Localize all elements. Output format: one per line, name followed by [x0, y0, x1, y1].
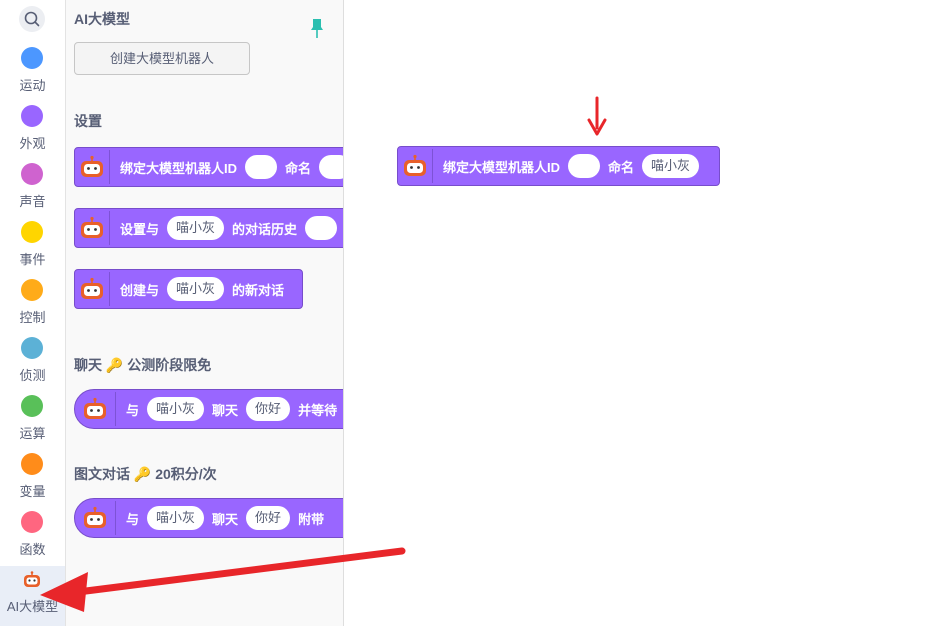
- bot-name-input[interactable]: 喵小灰: [147, 397, 205, 421]
- block-label: 创建与: [120, 282, 160, 298]
- robot-icon: [75, 389, 115, 429]
- category-label: 声音: [19, 194, 46, 209]
- category-label: 事件: [19, 252, 46, 267]
- section-settings: 设置: [74, 113, 102, 129]
- category-label: 外观: [19, 136, 46, 151]
- bot-name-input[interactable]: 喵小灰: [642, 154, 700, 178]
- category-color-dot: [21, 395, 43, 417]
- robot-icon: [75, 208, 109, 248]
- history-input[interactable]: [305, 216, 338, 240]
- bot-name-input[interactable]: 喵小灰: [167, 216, 225, 240]
- bot-name-input[interactable]: [319, 155, 343, 179]
- search-icon: [24, 11, 40, 27]
- message-input[interactable]: 你好: [246, 506, 291, 530]
- block-bind-bot[interactable]: 绑定大模型机器人ID 命名: [74, 147, 343, 187]
- category-color-dot: [21, 279, 43, 301]
- block-label: 命名: [608, 159, 635, 175]
- category-sidebar: 运动外观声音事件控制侦测运算变量函数 AI大模型: [0, 0, 66, 626]
- section-chat: 聊天 🔑 公测阶段限免: [74, 355, 211, 375]
- category-sound[interactable]: 声音: [0, 163, 65, 219]
- section-chat-note: 公测阶段限免: [127, 357, 212, 373]
- category-label: 运算: [19, 426, 46, 441]
- block-label: 绑定大模型机器人ID: [443, 159, 561, 175]
- category-label: 函数: [19, 542, 46, 557]
- category-color-dot: [21, 453, 43, 475]
- create-bot-button[interactable]: 创建大模型机器人: [74, 42, 250, 75]
- bot-id-input[interactable]: [568, 154, 601, 178]
- block-label: 聊天: [212, 402, 239, 418]
- block-label: 与: [126, 402, 140, 418]
- message-input[interactable]: 你好: [246, 397, 291, 421]
- key-icon: 🔑: [105, 357, 124, 373]
- category-label: 侦测: [19, 368, 46, 383]
- block-label: 附带: [298, 511, 325, 527]
- robot-icon: [75, 147, 109, 187]
- workspace-block-bind-bot[interactable]: 绑定大模型机器人ID 命名 喵小灰: [397, 146, 720, 186]
- block-label: 的对话历史: [232, 221, 298, 237]
- section-image-note: 20积分/次: [155, 466, 217, 482]
- block-set-history[interactable]: 设置与 喵小灰 的对话历史: [74, 208, 343, 248]
- category-variables[interactable]: 变量: [0, 453, 65, 509]
- block-chat-wait[interactable]: 与 喵小灰 聊天 你好 并等待: [74, 389, 343, 429]
- category-sensing[interactable]: 侦测: [0, 337, 65, 393]
- category-label: 控制: [19, 310, 46, 325]
- block-label: 的新对话: [232, 282, 285, 298]
- category-operators[interactable]: 运算: [0, 395, 65, 451]
- block-label: 绑定大模型机器人ID: [120, 160, 238, 176]
- palette-title: AI大模型: [74, 11, 130, 27]
- section-image-title: 图文对话: [74, 466, 130, 482]
- pin-icon[interactable]: [309, 17, 325, 39]
- bot-id-input[interactable]: [245, 155, 278, 179]
- block-label: 设置与: [120, 221, 160, 237]
- key-icon: 🔑: [133, 466, 152, 482]
- block-label: 命名: [285, 160, 312, 176]
- script-workspace[interactable]: 绑定大模型机器人ID 命名 喵小灰: [344, 0, 946, 626]
- category-color-dot: [21, 511, 43, 533]
- category-color-dot: [21, 47, 43, 69]
- category-events[interactable]: 事件: [0, 221, 65, 277]
- search-button[interactable]: [19, 6, 45, 32]
- robot-icon: [398, 146, 432, 186]
- category-motion[interactable]: 运动: [0, 47, 65, 103]
- bot-name-input[interactable]: 喵小灰: [147, 506, 205, 530]
- block-image-chat[interactable]: 与 喵小灰 聊天 你好 附带: [74, 498, 343, 538]
- block-new-conversation[interactable]: 创建与 喵小灰 的新对话: [74, 269, 303, 309]
- category-label: 变量: [19, 484, 46, 499]
- category-control[interactable]: 控制: [0, 279, 65, 335]
- category-label: AI大模型: [6, 599, 59, 614]
- category-looks[interactable]: 外观: [0, 105, 65, 161]
- robot-icon: [75, 498, 115, 538]
- section-image-chat: 图文对话 🔑 20积分/次: [74, 464, 217, 484]
- bot-name-input[interactable]: 喵小灰: [167, 277, 225, 301]
- category-ai-model[interactable]: AI大模型: [0, 566, 65, 626]
- block-label: 并等待: [298, 402, 338, 418]
- category-color-dot: [21, 163, 43, 185]
- block-label: 聊天: [212, 511, 239, 527]
- category-label: 运动: [19, 78, 46, 93]
- robot-icon: [75, 269, 109, 309]
- category-color-dot: [21, 105, 43, 127]
- category-functions[interactable]: 函数: [0, 511, 65, 567]
- section-chat-title: 聊天: [74, 357, 102, 373]
- category-color-dot: [21, 337, 43, 359]
- robot-icon: [24, 571, 40, 587]
- category-color-dot: [21, 221, 43, 243]
- block-label: 与: [126, 511, 140, 527]
- block-palette: AI大模型 创建大模型机器人 设置 绑定大模型机器人ID 命名 设置与 喵小灰 …: [66, 0, 344, 626]
